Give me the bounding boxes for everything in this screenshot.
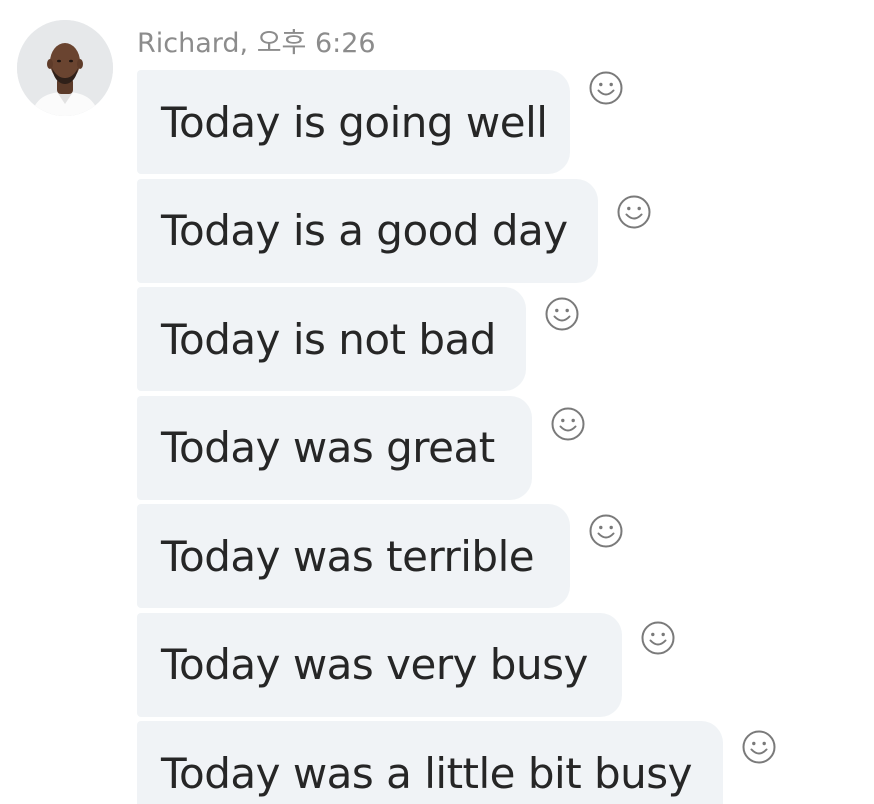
add-reaction-smiley-icon[interactable] [544,296,580,332]
message-list: Today is going well Today is a good day … [137,70,874,804]
message-row: Today was very busy [137,612,874,722]
message-bubble[interactable]: Today is not bad [137,287,526,391]
add-reaction-smiley-icon[interactable] [616,194,652,230]
message-row: Today was great [137,395,874,505]
sender-name-timestamp: Richard, 오후 6:26 [137,28,376,59]
message-row: Today was a little bit busy [137,721,874,804]
message-text: Today is not bad [161,314,496,364]
add-reaction-smiley-icon[interactable] [588,70,624,106]
message-bubble[interactable]: Today was very busy [137,612,622,717]
add-reaction-smiley-icon[interactable] [550,406,586,442]
message-bubble[interactable]: Today was great [137,395,532,500]
message-row: Today is not bad [137,287,874,396]
message-text: Today was a little bit busy [161,748,693,798]
message-row: Today was terrible [137,504,874,613]
avatar[interactable] [17,20,113,116]
avatar-photo [17,20,113,116]
message-text: Today was very busy [161,640,588,689]
message-text: Today was terrible [161,531,535,581]
message-bubble[interactable]: Today is going well [137,70,570,174]
message-row: Today is a good day [137,178,874,288]
add-reaction-smiley-icon[interactable] [588,513,624,549]
message-bubble[interactable]: Today was terrible [137,504,570,608]
message-bubble[interactable]: Today is a good day [137,178,598,283]
message-row: Today is going well [137,70,874,179]
message-text: Today is a good day [161,206,568,255]
add-reaction-smiley-icon[interactable] [640,620,676,656]
message-bubble[interactable]: Today was a little bit busy [137,721,723,804]
add-reaction-smiley-icon[interactable] [741,729,777,765]
message-text: Today was great [161,423,495,472]
message-text: Today is going well [161,97,548,147]
